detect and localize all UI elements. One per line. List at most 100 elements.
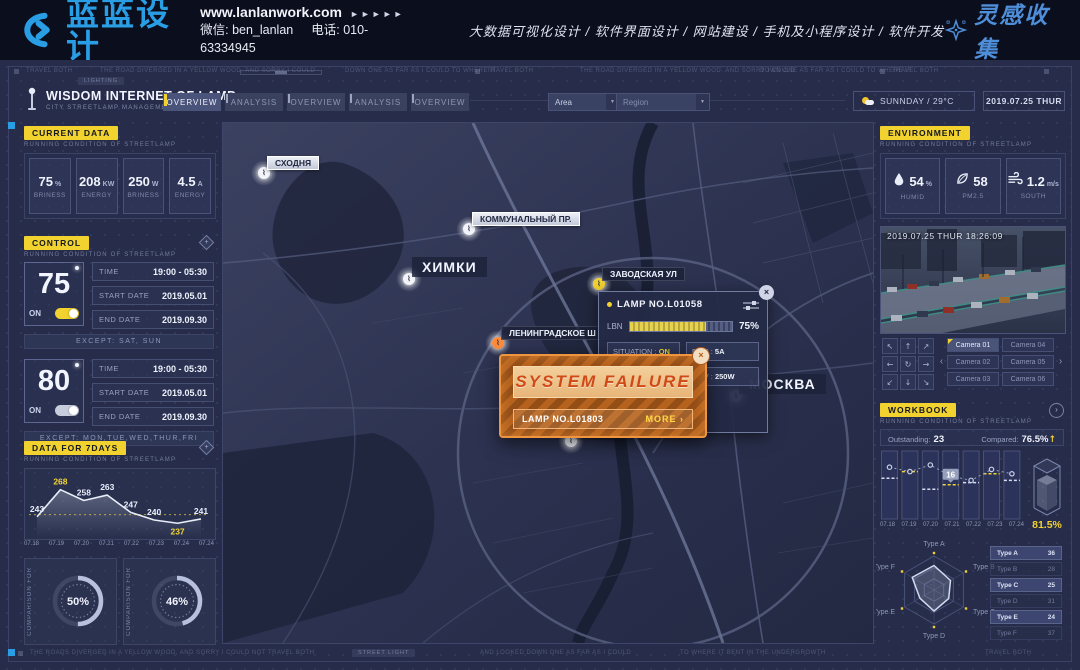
failure-more-button[interactable]: MORE › — [646, 414, 685, 424]
stat-value: 4.5A — [178, 174, 203, 189]
type-label: Type C — [997, 582, 1018, 589]
camera-next-button[interactable]: › — [1056, 350, 1065, 372]
power-toggle[interactable] — [55, 405, 79, 416]
arrows-decoration: ►►►►► — [350, 9, 405, 19]
type-row-type-a[interactable]: Type A 36 — [990, 546, 1062, 560]
data7days-badge: DATA FOR 7DAYS — [24, 441, 126, 455]
axis-tick-label: 07.23 — [149, 541, 164, 547]
camera-button-1[interactable]: Camera 01 — [947, 338, 999, 352]
tab-overview[interactable]: OVERVIEW — [287, 93, 345, 111]
camera-button-6[interactable]: Camera 06 — [1002, 372, 1054, 386]
map-canvas[interactable]: ⌇СХОДНЯ⌇КОММУНАЛЬНЫЙ ПР.⌇ХИМКИ⌇ЗАВОДСКАЯ… — [222, 122, 874, 644]
sun-cloud-icon — [862, 97, 874, 106]
type-row-type-d[interactable]: Type D31 — [990, 594, 1062, 608]
lbn-label: LBN — [607, 322, 623, 331]
failure-lamp-id: LAMP NO.L01803 — [522, 414, 603, 424]
tab-analysis[interactable]: ANALYSIS — [349, 93, 407, 111]
workbook-badge: WORKBOOK — [880, 403, 956, 417]
svg-text:50%: 50% — [67, 596, 89, 608]
tab-analysis[interactable]: ANALYSIS — [225, 93, 283, 111]
map-pin-1[interactable]: ⌇СХОДНЯ — [251, 160, 277, 186]
deco-text: TRAVEL BOTH — [892, 68, 939, 74]
dpad-arrow-icon[interactable]: → — [918, 356, 934, 372]
type-row-type-c[interactable]: Type C25 — [990, 578, 1062, 592]
refresh-icon[interactable]: ↻ — [900, 356, 916, 372]
website-link[interactable]: www.lanlanwork.com — [200, 4, 342, 20]
data7days-subtitle: RUNNING CONDITION OF STREETLAMP — [24, 457, 176, 463]
dpad-arrow-icon[interactable]: ↑ — [900, 338, 916, 354]
deco-text: THE ROADS DIVERGED IN A YELLOW WOOD, AND… — [30, 650, 315, 656]
dpad-arrow-icon[interactable]: ↗ — [918, 338, 934, 354]
power-toggle[interactable] — [55, 308, 79, 319]
popup-close-icon[interactable]: × — [759, 285, 774, 300]
lamp-popup-title: LAMP NO.L01058 — [617, 299, 703, 310]
comparison-label: COMPARISON FOR — [126, 567, 132, 636]
tab-label: OVERVIEW — [291, 98, 342, 107]
camera-button-2[interactable]: Camera 02 — [947, 355, 999, 369]
type-row-type-e[interactable]: Type E24 — [990, 610, 1062, 624]
camera-button-4[interactable]: Camera 04 — [1002, 338, 1054, 352]
control-group: 75ONTIME19:00 - 05:30START DATE2019.05.0… — [24, 262, 214, 329]
dpad-arrow-icon[interactable]: ↙ — [882, 374, 898, 390]
comparison-gauge-panel: COMPARISON FOR 46% — [123, 558, 216, 645]
type-row-type-f[interactable]: Type F37 — [990, 626, 1062, 640]
workbook-expand-button[interactable]: › — [1049, 403, 1064, 418]
map-pin-5[interactable]: ⌇ЛЕНИНГРАДСКОЕ Ш — [485, 330, 511, 356]
comparison-gauge-2: 46% — [145, 569, 209, 633]
schedule-row: TIME19:00 - 05:30 — [92, 262, 214, 281]
stat-tile-pm25: 58PM2.5 — [945, 158, 1000, 214]
type-label: Type A — [997, 550, 1018, 557]
dpad-arrow-icon[interactable]: ↓ — [900, 374, 916, 390]
camera-scene — [881, 227, 1065, 333]
camera-button-5[interactable]: Camera 05 — [1002, 355, 1054, 369]
schedule-value: 2019.05.01 — [162, 388, 207, 398]
deco-text: DOWN ONE AS FAR AS I COULD TO WHERE IT — [760, 68, 911, 74]
dpad-arrow-icon[interactable]: ↖ — [882, 338, 898, 354]
type-label: Type E — [997, 614, 1018, 621]
schedule-label: START DATE — [99, 291, 149, 300]
axis-tick-label: 07.23 — [987, 522, 1002, 528]
tab-overview[interactable]: OVERVIEW — [163, 93, 221, 111]
type-value: 36 — [1048, 550, 1055, 557]
map-label: ЛЕНИНГРАДСКОЕ Ш — [501, 326, 604, 340]
type-value: 37 — [1048, 630, 1055, 637]
failure-close-icon[interactable]: × — [692, 347, 710, 365]
corner-square-decoration — [8, 122, 15, 129]
map-pin-3[interactable]: ⌇ХИМКИ — [396, 266, 422, 292]
schedule-label: TIME — [99, 267, 119, 276]
type-list: Type A 36 Type B28 Type C25 Type D31 Type E24… — [990, 546, 1062, 642]
svg-text:Type A: Type A — [923, 541, 945, 548]
dpad-arrow-icon[interactable]: ← — [882, 356, 898, 372]
stat-label: SOUTH — [1021, 193, 1046, 200]
map-pin-2[interactable]: ⌇КОММУНАЛЬНЫЙ ПР. — [456, 216, 482, 242]
services-list: 大数据可视化设计 / 软件界面设计 / 网站建设 / 手机及小程序设计 / 软件… — [469, 21, 944, 40]
street-light-tag: STREET LIGHT — [352, 649, 415, 657]
lanlan-logo-icon — [22, 9, 58, 51]
svg-text:16: 16 — [946, 470, 955, 479]
workbook-gauge-value: 81.5% — [1026, 519, 1068, 531]
app-root: 蓝蓝设计 www.lanlanwork.com►►►►► 微信: ben_lan… — [0, 0, 1080, 670]
outstanding-label: Outstanding: — [888, 435, 931, 444]
camera-list: Camera 01 Camera 02 Camera 03 Camera 04 Came… — [947, 338, 1054, 386]
camera-button-3[interactable]: Camera 03 — [947, 372, 999, 386]
control-expand-button[interactable]: + — [199, 235, 215, 251]
camera-view: 2019.07.25 THUR 18:26:09 — [880, 226, 1066, 334]
schedule-row: START DATE2019.05.01 — [92, 383, 214, 402]
type-label: Type D — [997, 598, 1018, 605]
sliders-icon[interactable] — [743, 300, 759, 310]
camera-dpad: ↖↑↗ ←↻→ ↙↓↘ — [882, 338, 934, 390]
deco-text: DOWN ONE AS FAR AS I COULD TO WHERE IT — [345, 68, 496, 74]
inspiration-collect[interactable]: 灵感收集 — [944, 0, 1060, 64]
tab-overview[interactable]: OVERVIEW — [411, 93, 469, 111]
camera-prev-button[interactable]: ‹ — [937, 350, 946, 372]
map-label: СХОДНЯ — [267, 156, 319, 170]
region-select[interactable]: Region ▼ — [616, 93, 710, 111]
weather-text: SUNNDAY / 29°C — [880, 96, 954, 106]
dpad-arrow-icon[interactable]: ↘ — [918, 374, 934, 390]
workbook-prism-gauge — [1030, 450, 1064, 516]
type-row-type-b[interactable]: Type B28 — [990, 562, 1062, 576]
axis-tick-label: 07.18 — [24, 541, 39, 547]
deco-square — [475, 69, 480, 74]
area-select[interactable]: Area ▼ — [548, 93, 620, 111]
map-label: ЗАВОДСКАЯ УЛ — [602, 267, 685, 281]
